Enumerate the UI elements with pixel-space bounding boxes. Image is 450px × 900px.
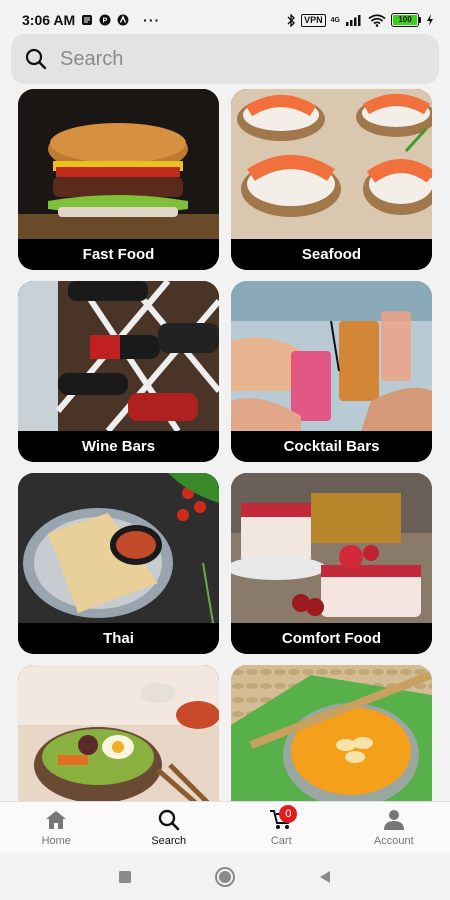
category-card-comfort-food[interactable]: Comfort Food <box>231 473 432 654</box>
charging-icon <box>427 14 433 26</box>
category-card-fast-food[interactable]: Fast Food <box>18 89 219 270</box>
category-card-soup[interactable] <box>231 665 432 801</box>
category-card-seafood[interactable]: Seafood <box>231 89 432 270</box>
category-card-wine-bars[interactable]: Wine Bars <box>18 281 219 462</box>
category-label: Seafood <box>231 239 432 270</box>
category-label: Fast Food <box>18 239 219 270</box>
vpn-badge: VPN <box>301 13 326 27</box>
circle-icon <box>215 866 235 887</box>
app-a-icon <box>117 14 129 26</box>
status-time: 3:06 AM <box>22 12 76 28</box>
bottom-nav: Home Search 0 Cart Account <box>0 801 450 853</box>
square-icon <box>119 870 131 883</box>
category-label: Thai <box>18 623 219 654</box>
cocktail-bars-image <box>231 281 432 431</box>
battery-indicator: 100 <box>391 13 421 27</box>
nav-home-label: Home <box>41 834 71 847</box>
nav-search-label: Search <box>151 834 187 847</box>
category-card-thai[interactable]: Thai <box>18 473 219 654</box>
nav-cart[interactable]: 0 Cart <box>225 802 338 853</box>
bluetooth-icon <box>287 13 296 27</box>
cart-count-badge: 0 <box>279 804 298 823</box>
back-triangle-icon <box>320 870 330 883</box>
network-type: 4G <box>330 16 340 24</box>
category-label: Wine Bars <box>18 431 219 462</box>
bibimbap-image <box>18 665 219 801</box>
search-icon <box>158 809 180 830</box>
nav-home[interactable]: Home <box>0 802 113 853</box>
account-icon <box>383 809 404 830</box>
category-label: Comfort Food <box>231 623 432 654</box>
nav-account[interactable]: Account <box>338 802 450 853</box>
home-button[interactable] <box>175 866 275 888</box>
recents-button[interactable] <box>75 870 175 884</box>
nav-search[interactable]: Search <box>113 802 226 853</box>
wifi-icon <box>368 13 386 27</box>
fast-food-image <box>18 89 219 239</box>
category-label: Cocktail Bars <box>231 431 432 462</box>
search-input[interactable] <box>60 47 400 71</box>
back-button[interactable] <box>275 870 375 884</box>
system-nav-bar <box>0 853 450 900</box>
seafood-image <box>231 89 432 239</box>
search-bar[interactable] <box>11 34 439 84</box>
comfort-food-image <box>231 473 432 623</box>
svg-text:P: P <box>103 18 108 25</box>
notes-icon <box>82 15 93 25</box>
nav-account-label: Account <box>373 834 414 847</box>
signal-icon <box>346 15 361 26</box>
search-icon <box>25 48 47 70</box>
app-p-icon: P <box>99 14 111 26</box>
category-card-cocktail-bars[interactable]: Cocktail Bars <box>231 281 432 462</box>
more-notifications-icon: ··· <box>143 12 161 28</box>
thai-image <box>18 473 219 623</box>
battery-level: 100 <box>393 15 417 25</box>
category-card-korean[interactable] <box>18 665 219 801</box>
nav-cart-label: Cart <box>270 834 292 847</box>
home-icon <box>46 810 67 829</box>
category-grid: Fast Food Seafood Wine Bars Cocktail Bar… <box>18 89 432 801</box>
soup-image <box>231 665 432 801</box>
wine-bars-image <box>18 281 219 431</box>
